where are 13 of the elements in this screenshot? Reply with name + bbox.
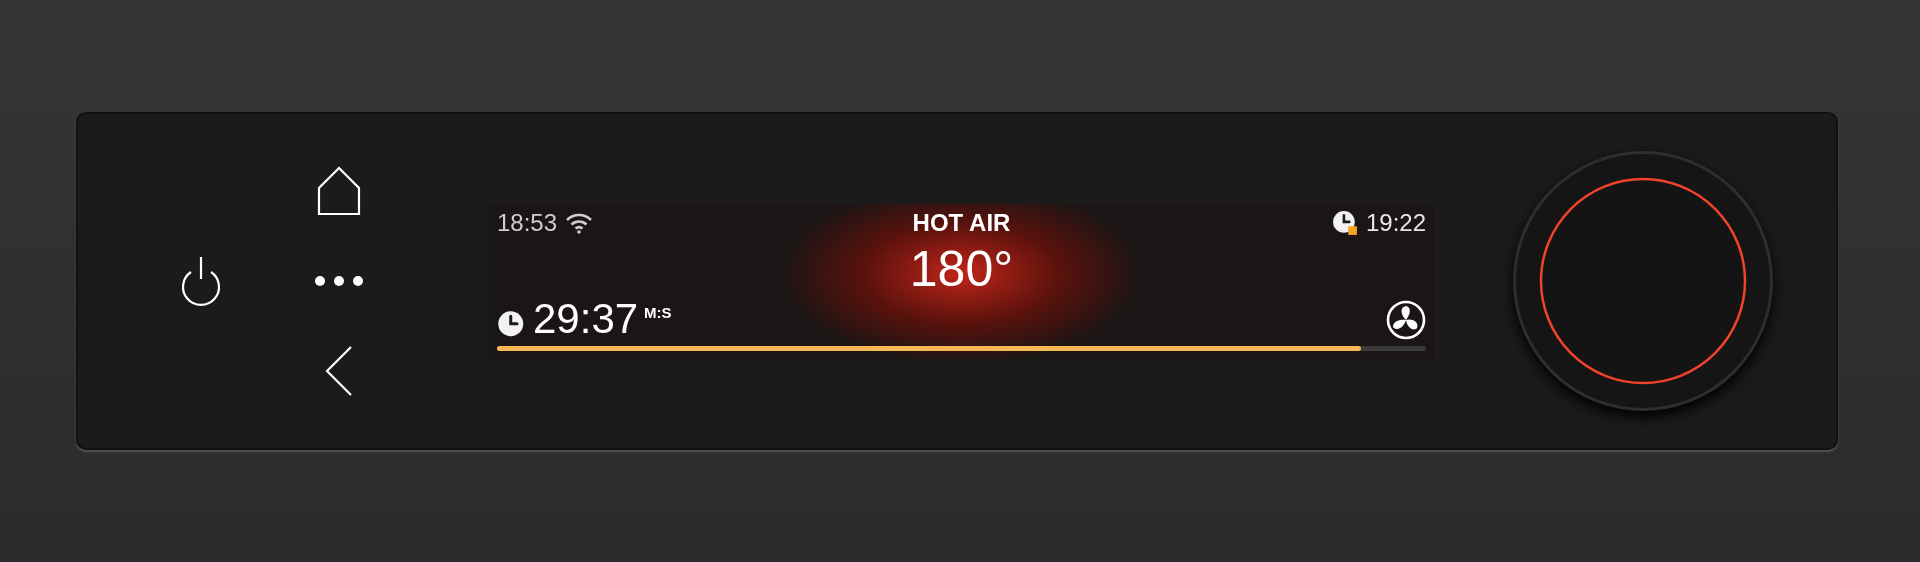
home-icon bbox=[317, 166, 361, 216]
end-time-icon bbox=[1331, 209, 1358, 236]
timer: 29:37 bbox=[533, 297, 639, 340]
clock-time: 18:53 bbox=[497, 210, 558, 235]
wifi-icon bbox=[565, 211, 594, 234]
more-icon bbox=[314, 275, 364, 287]
back-icon bbox=[325, 345, 353, 397]
timer-unit: M:S bbox=[644, 302, 672, 323]
temperature: 180° bbox=[909, 243, 1014, 294]
end-time: 19:22 bbox=[1365, 210, 1426, 235]
knob-ring-icon bbox=[1538, 176, 1748, 386]
fan-icon bbox=[1386, 299, 1426, 340]
cooking-mode: HOT AIR bbox=[912, 210, 1011, 235]
